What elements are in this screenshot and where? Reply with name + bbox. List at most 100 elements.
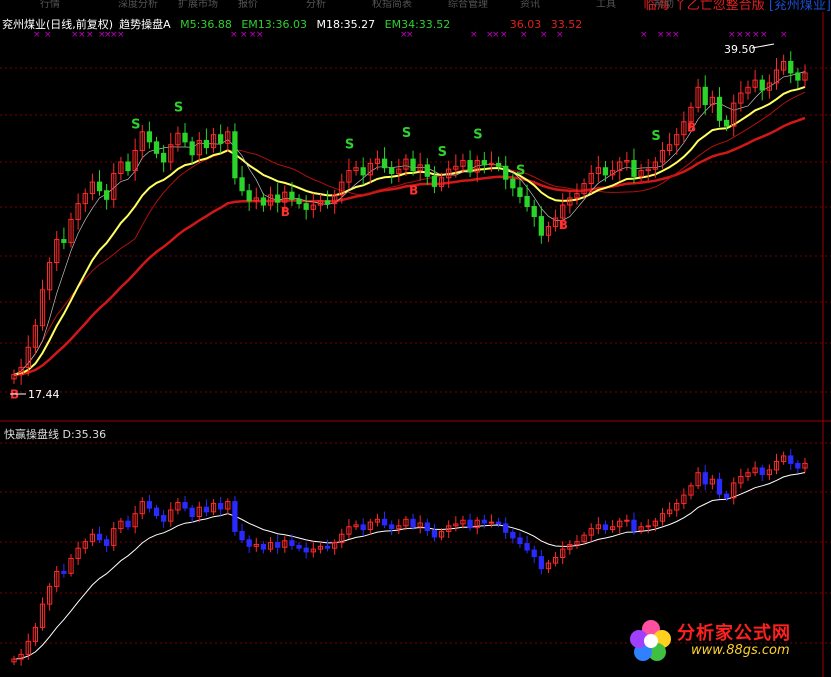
sub-candle-body xyxy=(488,521,495,524)
candle-body xyxy=(260,197,267,206)
candle-body xyxy=(146,131,153,143)
logo-text: 分析家公式网 xyxy=(677,623,791,644)
sub-candle-body xyxy=(503,523,509,533)
sub-candle-body xyxy=(602,524,609,531)
sub-candle-body xyxy=(275,542,281,548)
b-signal-mark: B xyxy=(409,184,418,198)
candle-body xyxy=(246,190,252,202)
candle-body xyxy=(189,141,195,156)
sub-indicator-value: D:35.36 xyxy=(62,428,107,441)
candle-body xyxy=(531,206,537,218)
candle-body xyxy=(495,162,502,167)
flower-logo-icon xyxy=(630,620,671,661)
legend-em34: EM34:33.52 xyxy=(384,18,451,31)
candle-body xyxy=(239,177,245,192)
sub-legend: 快赢操盘线 D:35.36 xyxy=(4,426,106,442)
x-marker: × xyxy=(657,30,665,40)
candle-body xyxy=(203,139,210,149)
candle-body xyxy=(481,160,487,166)
sub-candle-body xyxy=(61,570,67,574)
sub-candle-body xyxy=(218,502,224,510)
sub-candle-body xyxy=(467,519,473,529)
legend-m5: M5:36.88 xyxy=(180,18,232,31)
legend-m18: M18:35.27 xyxy=(316,18,376,31)
legend-extra2: 33.52 xyxy=(550,18,583,31)
sub-candle-body xyxy=(381,518,388,526)
candle-body xyxy=(125,161,131,172)
main-legend: 兖州煤业(日线,前复权) 趋势操盘A M5:36.88 EM13:36.03 M1… xyxy=(2,16,588,32)
sub-candle-body xyxy=(645,525,651,528)
sub-candle-body xyxy=(232,501,238,532)
sub-candle-body xyxy=(795,462,801,469)
sub-candle-body xyxy=(495,521,502,525)
candle-body xyxy=(232,131,238,179)
sub-candle-body xyxy=(538,556,544,570)
site-logo: 分析家公式网 www.88gs.com xyxy=(625,611,825,671)
sub-candle-body xyxy=(289,540,295,546)
candle-body xyxy=(161,152,167,163)
candle-body xyxy=(631,160,637,177)
high-price-label: 39.50 xyxy=(724,43,756,56)
sub-candle-body xyxy=(531,549,537,558)
candle-body xyxy=(467,160,473,173)
candle-body xyxy=(716,96,723,121)
x-marker: × xyxy=(736,30,744,40)
sub-candle-body xyxy=(246,539,252,547)
candle-body xyxy=(538,216,544,236)
candle-body xyxy=(517,187,523,197)
candle-body xyxy=(96,181,103,192)
sub-candle-body xyxy=(723,493,730,499)
sub-indicator-name: 快赢操盘线 xyxy=(4,428,59,441)
s-signal-mark: S xyxy=(473,128,482,143)
sub-candle-body xyxy=(524,543,530,551)
x-marker: × xyxy=(744,30,752,40)
candle-body xyxy=(303,203,309,210)
legend-extra1: 36.03 xyxy=(509,18,542,31)
x-marker: × xyxy=(780,30,788,40)
candle-body xyxy=(275,194,281,203)
sub-candle-body xyxy=(324,545,331,549)
sub-candle-body xyxy=(481,519,487,524)
sub-candle-body xyxy=(510,531,516,539)
sub-candle-body xyxy=(260,543,267,550)
s-signal-mark: S xyxy=(438,145,447,160)
sub-candle-body xyxy=(624,519,630,522)
candle-body xyxy=(389,167,395,174)
candle-body xyxy=(410,158,416,172)
sub-candle-body xyxy=(360,524,366,531)
sub-candle-body xyxy=(104,539,110,546)
candle-body xyxy=(424,164,430,177)
sub-candle-body xyxy=(146,501,153,509)
s-signal-mark: S xyxy=(516,163,525,178)
sub-candle-body xyxy=(153,507,160,517)
candle-body xyxy=(296,198,302,205)
s-signal-mark: S xyxy=(174,100,183,115)
x-marker: × xyxy=(672,30,680,40)
candle-body xyxy=(759,79,765,91)
candle-body xyxy=(61,239,67,243)
sub-candle-body xyxy=(759,467,765,476)
stock-title: 兖州煤业(日线,前复权) xyxy=(2,18,114,31)
candle-body xyxy=(289,191,295,200)
low-price-label: 17.44 xyxy=(28,388,60,401)
sub-candle-body xyxy=(161,515,167,522)
b-signal-mark: B xyxy=(687,120,696,134)
sub-candle-body xyxy=(239,530,245,541)
candle-body xyxy=(360,167,366,176)
x-marker: × xyxy=(640,30,648,40)
sub-candle-body xyxy=(389,524,395,530)
candle-body xyxy=(795,72,801,81)
candle-body xyxy=(723,119,730,127)
sub-candle-body xyxy=(631,519,637,531)
sub-candle-body xyxy=(203,506,210,513)
b-signal-mark: B xyxy=(559,218,568,232)
candle-body xyxy=(104,190,110,200)
b-signal-mark: B xyxy=(10,388,19,402)
s-signal-mark: S xyxy=(345,138,354,153)
sub-candle-body xyxy=(296,544,302,549)
candle-body xyxy=(381,158,388,169)
candle-body xyxy=(182,132,188,143)
s-signal-mark: S xyxy=(131,117,140,132)
candle-body xyxy=(788,60,794,74)
sub-candle-body xyxy=(303,547,309,553)
